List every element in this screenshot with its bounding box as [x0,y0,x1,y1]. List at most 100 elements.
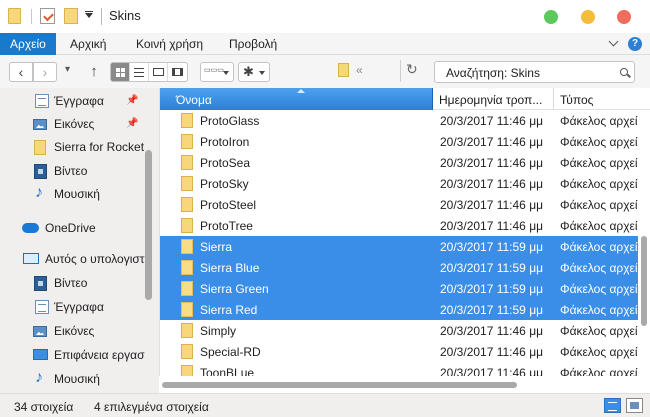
chevron-down-icon [259,71,265,75]
details-view-icon[interactable] [604,398,621,413]
tab-view[interactable]: Προβολή [229,33,277,55]
sidebar-item-label: Εικόνες [54,324,95,338]
sidebar-item-pictures[interactable]: Εικόνες 📌 [0,113,159,135]
file-type: Φάκελος αρχεί [560,219,638,233]
video-icon [34,276,47,291]
maximize-button[interactable] [544,10,558,24]
file-name: Sierra Red [200,303,258,317]
arrange-button[interactable]: ▭▭▭ [200,62,234,82]
address-folder-icon[interactable] [338,63,349,77]
tab-home[interactable]: Αρχική [70,33,106,55]
grid-icon [115,67,125,77]
sidebar-item-pc-videos[interactable]: Βίντεο [0,272,159,294]
search-icon[interactable] [620,68,628,76]
tab-file[interactable]: Αρχείο [0,33,56,55]
pin-icon[interactable]: 📌 [126,118,138,129]
sidebar-item-pc-pictures[interactable]: Εικόνες [0,320,159,342]
video-icon [34,164,47,179]
new-folder-icon[interactable] [64,8,78,24]
sidebar-item-label: Μουσική [54,372,100,386]
documents-icon [35,300,49,314]
large-icons-view-icon[interactable] [626,398,643,413]
file-date: 20/3/2017 11:46 μμ [440,177,544,191]
search-input[interactable]: Αναζήτηση: Skins [434,61,635,83]
file-type: Φάκελος αρχεί [560,324,638,338]
column-header-name[interactable]: Όνομα [160,88,433,110]
title-bar: Skins [0,0,650,33]
file-type: Φάκελος αρχεί [560,198,638,212]
table-row[interactable]: ProtoSea 20/3/2017 11:46 μμ Φάκελος αρχεί [160,152,638,173]
sidebar-item-documents[interactable]: Έγγραφα 📌 [0,90,159,112]
back-button[interactable]: ‹ [9,62,33,82]
minimize-button[interactable] [581,10,595,24]
table-row[interactable]: ProtoTree 20/3/2017 11:46 μμ Φάκελος αρχεί [160,215,638,236]
sidebar-item-music[interactable]: ♪ Μουσική [0,183,159,205]
folder-icon [181,344,193,359]
pin-icon[interactable]: 📌 [126,95,138,106]
expand-ribbon-icon[interactable] [608,36,619,47]
status-bar: 34 στοιχεία 4 επιλεγμένα στοιχεία [0,393,650,417]
help-icon[interactable]: ? [628,37,642,51]
folder-icon [181,176,193,191]
sidebar-item-pc-music[interactable]: ♪ Μουσική [0,368,159,390]
action-button[interactable]: ✱ [238,62,270,82]
customize-quick-access-icon[interactable] [85,13,93,18]
table-row-selected[interactable]: Sierra Green 20/3/2017 11:59 μμ Φάκελος αρ… [160,278,638,299]
vertical-scrollbar[interactable] [641,236,647,326]
table-row-selected[interactable]: Sierra Blue 20/3/2017 11:59 μμ Φάκελος αρχ… [160,257,638,278]
arrange-icon: ▭▭▭ [204,67,224,74]
properties-icon[interactable] [40,8,55,24]
onedrive-icon [22,223,39,233]
sidebar-item-sierra-for-rocket[interactable]: Sierra for Rocket [0,136,159,158]
sidebar-scrollbar[interactable] [145,150,152,300]
forward-button[interactable]: › [33,62,57,82]
file-name: Simply [200,324,237,338]
sidebar-item-videos[interactable]: Βίντεο [0,160,159,182]
column-view-button[interactable] [149,63,168,81]
table-row[interactable]: Special-RD 20/3/2017 11:46 μμ Φάκελος αρχε… [160,341,638,362]
list-view-button[interactable] [130,63,149,81]
sidebar-item-label: Έγγραφα [54,300,104,314]
sidebar-item-this-pc[interactable]: Αυτός ο υπολογιστ [0,248,159,270]
file-type: Φάκελος αρχεί [560,282,638,296]
table-row[interactable]: ProtoIron 20/3/2017 11:46 μμ Φάκελος αρχεί [160,131,638,152]
folder-icon [181,155,193,170]
icon-view-button[interactable] [111,63,130,81]
toolbar-separator [31,9,32,24]
recent-locations-icon[interactable]: ▾ [65,64,70,75]
sidebar-item-label: Βίντεο [54,276,88,290]
music-icon: ♪ [35,369,43,386]
table-row-selected[interactable]: Sierra Red 20/3/2017 11:59 μμ Φάκελος αρχε… [160,299,638,320]
title-separator [101,8,102,25]
sidebar-item-pc-documents[interactable]: Έγγραφα [0,296,159,318]
up-button[interactable]: ↑ [86,62,102,82]
folder-icon [181,260,193,275]
horizontal-scrollbar[interactable] [162,382,517,388]
folder-icon [181,323,193,338]
address-overflow[interactable]: « [356,63,363,77]
table-row[interactable]: ProtoSteel 20/3/2017 11:46 μμ Φάκελος αρχε… [160,194,638,215]
sidebar-item-onedrive[interactable]: OneDrive [0,217,159,239]
file-date: 20/3/2017 11:59 μμ [440,303,544,317]
folder-icon [181,113,193,128]
tab-share[interactable]: Κοινή χρήση [136,33,203,55]
table-row-selected[interactable]: Sierra 20/3/2017 11:59 μμ Φάκελος αρχεί [160,236,638,257]
folder-icon[interactable] [8,8,21,24]
table-row[interactable]: ProtoGlass 20/3/2017 11:46 μμ Φάκελος αρχε… [160,110,638,131]
column-header-type[interactable]: Τύπος [555,88,650,110]
pictures-icon [33,326,47,337]
sidebar-item-label: Sierra for Rocket [54,140,145,154]
file-date: 20/3/2017 11:46 μμ [440,135,544,149]
refresh-button[interactable]: ↻ [406,61,418,78]
table-row[interactable]: Simply 20/3/2017 11:46 μμ Φάκελος αρχεί [160,320,638,341]
table-row[interactable]: ProtoSky 20/3/2017 11:46 μμ Φάκελος αρχεί [160,173,638,194]
sidebar-item-label: Έγγραφα [54,94,104,108]
file-date: 20/3/2017 11:46 μμ [440,198,544,212]
column-header-label: Τύπος [560,93,594,107]
cover-flow-button[interactable] [168,63,187,81]
folder-icon [181,218,193,233]
column-header-date[interactable]: Ημερομηνία τροπ... [434,88,554,110]
file-name: ProtoTree [200,219,253,233]
sidebar-item-desktop[interactable]: Επιφάνεια εργασ [0,344,159,366]
close-button[interactable] [617,10,631,24]
